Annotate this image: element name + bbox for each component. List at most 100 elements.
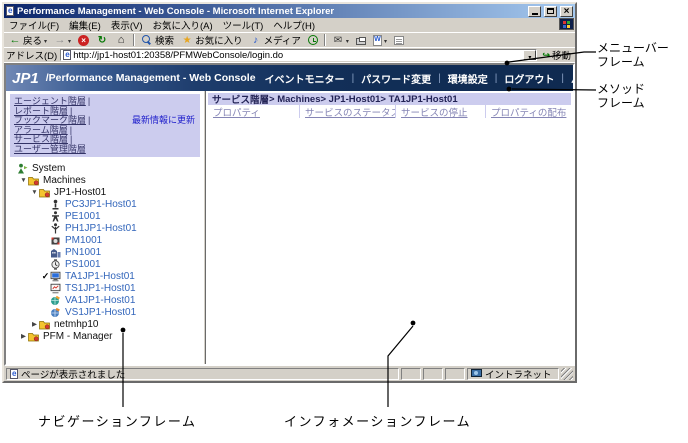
tree-item[interactable]: TS1JP1-Host01 — [6, 282, 203, 294]
tree-item[interactable]: VS1JP1-Host01 — [6, 306, 203, 318]
menu-item[interactable]: 編集(E) — [64, 18, 106, 32]
search-button[interactable]: 検索 — [138, 33, 177, 47]
menu-item[interactable]: 表示(V) — [106, 18, 148, 32]
window-titlebar[interactable]: Performance Management - Web Console - M… — [4, 4, 575, 18]
status-message-pane: ページが表示されました — [6, 367, 399, 380]
hierarchy-link[interactable]: ユーザー管理階層 — [14, 144, 86, 154]
close-button[interactable] — [560, 5, 573, 17]
tree-item[interactable]: PN1001 — [6, 246, 203, 258]
tree-item-label: PFM - Manager — [43, 330, 113, 342]
menubar-frame-item[interactable]: バージョン情報 — [571, 71, 573, 86]
stop-button[interactable] — [75, 33, 92, 47]
refresh-icon — [96, 34, 108, 46]
mail-icon — [332, 34, 344, 46]
tree-item-label[interactable]: TA1JP1-Host01 — [65, 271, 135, 282]
tree-item[interactable]: PH1JP1-Host01 — [6, 222, 203, 234]
mail-dropdown-arrow-icon[interactable] — [346, 35, 349, 46]
toolbar-separator — [133, 34, 136, 46]
go-label: 移動 — [551, 51, 571, 62]
tree-item[interactable]: ▶ netmhp10 — [6, 318, 203, 330]
method-action-link[interactable]: サービスの停止 — [401, 105, 468, 119]
method-frame: サービス階層 > Machines> JP1-Host01> TA1JP1-Ho… — [208, 93, 571, 118]
favorites-button[interactable]: お気に入り — [178, 33, 246, 47]
history-button[interactable] — [305, 33, 321, 47]
minimize-button[interactable] — [528, 5, 541, 17]
hierarchy-link[interactable]: レポート階層 — [14, 106, 68, 116]
tree-item[interactable]: System — [6, 162, 203, 174]
method-action-link[interactable]: プロパティの配布 — [491, 105, 566, 119]
screenshot: Performance Management - Web Console - M… — [0, 0, 688, 443]
back-dropdown-arrow-icon[interactable] — [44, 35, 47, 46]
method-actions: プロパティ サービスのステータス サービスの停止 プロパティの配布 — [208, 105, 571, 118]
back-button[interactable]: 戻る — [6, 33, 50, 47]
method-action-link[interactable]: プロパティ — [213, 105, 260, 119]
maximize-button[interactable] — [544, 5, 557, 17]
tree-item[interactable]: ▼ JP1-Host01 — [6, 186, 203, 198]
print-icon — [355, 37, 367, 45]
menu-item[interactable]: お気に入り(A) — [147, 18, 217, 32]
mail-button[interactable] — [329, 33, 352, 47]
forward-button[interactable] — [51, 33, 74, 47]
annotation-line: メニューバー — [597, 41, 669, 55]
tree-item[interactable]: PC3JP1-Host01 — [6, 198, 203, 210]
tree-item-label: System — [32, 162, 66, 174]
tree-item[interactable]: PS1001 — [6, 258, 203, 270]
menu-item[interactable]: ヘルプ(H) — [268, 18, 320, 32]
address-dropdown-button[interactable] — [523, 50, 537, 60]
hierarchy-link[interactable]: エージェント階層 — [14, 96, 86, 106]
media-button[interactable]: メディア — [247, 33, 304, 47]
tree-item-label: Machines — [43, 174, 86, 186]
selected-check-icon: ✓ — [41, 270, 50, 281]
tree-item-label[interactable]: PC3JP1-Host01 — [65, 199, 137, 210]
tree-item-label[interactable]: TS1JP1-Host01 — [65, 283, 136, 294]
agent-ph-icon — [50, 222, 62, 234]
tree-item-label[interactable]: PM1001 — [65, 235, 102, 246]
stop-icon — [78, 34, 90, 46]
forward-dropdown-arrow-icon[interactable] — [68, 35, 71, 46]
menubar-frame-annotation: メニューバー フレーム — [597, 41, 669, 69]
menu-item[interactable]: ファイル(F) — [4, 18, 64, 32]
tree-item[interactable]: PM1001 — [6, 234, 203, 246]
agent-ps-icon — [50, 258, 62, 270]
tree-item-label[interactable]: VS1JP1-Host01 — [65, 307, 136, 318]
hierarchy-link[interactable]: アラーム階層 — [14, 125, 68, 135]
tree-item-label[interactable]: PH1JP1-Host01 — [65, 223, 137, 234]
resize-grip[interactable] — [561, 367, 573, 380]
edit-button[interactable] — [370, 33, 390, 47]
go-button[interactable]: 移動 — [540, 48, 573, 62]
tree-item[interactable]: ▼ Machines — [6, 174, 203, 186]
tree-item[interactable]: ✓ TA1JP1-Host01 — [6, 270, 203, 282]
address-input[interactable]: http://jp1-host01:20358/PFMWebConsole/lo… — [60, 49, 538, 61]
menubar-frame-item[interactable]: イベントモニター — [265, 71, 345, 86]
expand-icon[interactable]: ▶ — [19, 332, 28, 340]
tree-item[interactable]: PE1001 — [6, 210, 203, 222]
tree-item-label[interactable]: VA1JP1-Host01 — [65, 295, 135, 306]
tree-item-label[interactable]: PE1001 — [65, 211, 101, 222]
agent-ta-icon — [50, 271, 62, 282]
menubar-frame-items: イベントモニター|パスワード変更|環境設定|ログアウト|バージョン情報|ヘルプ — [265, 71, 573, 86]
tree-item[interactable]: VA1JP1-Host01 — [6, 294, 203, 306]
collapse-icon[interactable]: ▼ — [19, 177, 28, 184]
tree-item-label[interactable]: PN1001 — [65, 247, 101, 258]
hierarchy-link[interactable]: サービス階層 — [14, 134, 68, 144]
tree-item-label[interactable]: PS1001 — [65, 259, 101, 270]
expand-icon[interactable]: ▶ — [30, 320, 39, 328]
menubar-frame-item[interactable]: ログアウト — [504, 71, 554, 86]
forward-icon — [54, 34, 66, 46]
refresh-link[interactable]: 最新情報に更新 — [132, 115, 195, 126]
ie-address-bar: アドレス(D) http://jp1-host01:20358/PFMWebCo… — [4, 48, 575, 63]
home-button[interactable] — [112, 33, 130, 47]
method-action-link[interactable]: サービスのステータス — [305, 105, 395, 119]
edit-dropdown-arrow-icon[interactable] — [384, 35, 387, 46]
refresh-button[interactable] — [93, 33, 111, 47]
menu-item[interactable]: ツール(T) — [218, 18, 269, 32]
menubar-frame-item[interactable]: 環境設定 — [448, 71, 488, 86]
discuss-button[interactable] — [391, 33, 407, 47]
hierarchy-link[interactable]: ブックマーク階層 — [14, 115, 86, 125]
folder-gear-icon — [28, 331, 40, 342]
link-separator: | — [88, 115, 91, 125]
tree-item[interactable]: ▶ PFM - Manager — [6, 330, 203, 342]
print-button[interactable] — [353, 33, 369, 47]
menubar-frame-item[interactable]: パスワード変更 — [361, 71, 431, 86]
collapse-icon[interactable]: ▼ — [30, 189, 39, 196]
